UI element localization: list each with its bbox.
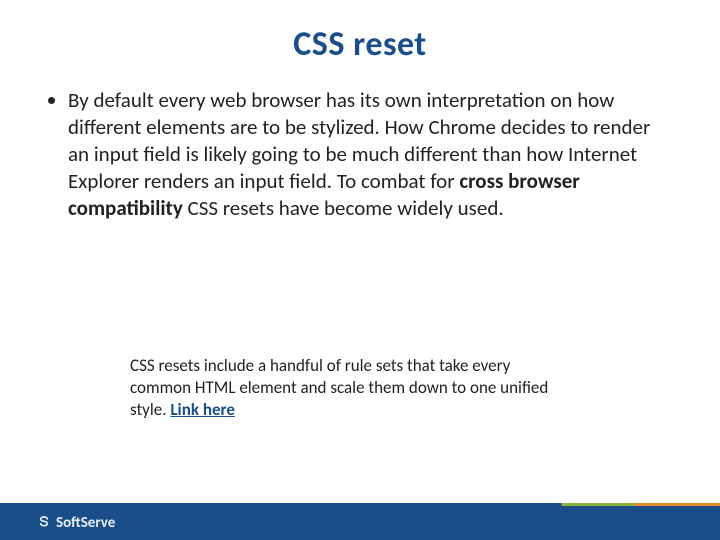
bullet-item: By default every web browser has its own… xyxy=(68,87,672,221)
slide: CSS reset By default every web browser h… xyxy=(0,0,720,540)
brand-suffix: Serve xyxy=(81,514,116,532)
footer-bar: SoftServe xyxy=(0,506,720,540)
note-block: CSS resets include a handful of rule set… xyxy=(130,355,560,421)
body-list: By default every web browser has its own… xyxy=(48,87,672,221)
footer: SoftServe xyxy=(0,498,720,540)
brand-s-icon xyxy=(36,515,52,531)
brand-logo: SoftServe xyxy=(36,514,115,532)
bullet-text-post: CSS resets have become widely used. xyxy=(183,195,504,221)
brand-name: SoftServe xyxy=(56,514,115,532)
note-link[interactable]: Link here xyxy=(170,399,235,420)
page-title: CSS reset xyxy=(48,24,672,65)
brand-prefix: Soft xyxy=(56,514,81,532)
